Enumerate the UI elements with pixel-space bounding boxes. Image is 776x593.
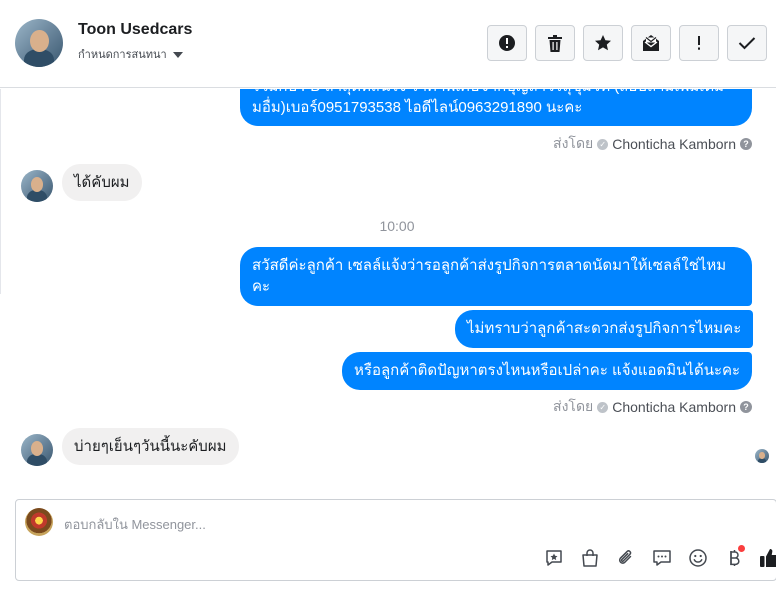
sent-by-label: ส่งโดย	[553, 398, 594, 414]
reply-input[interactable]: ตอบกลับใน Messenger...	[64, 514, 206, 535]
thumbs-up-icon	[760, 549, 776, 567]
saved-reply-button[interactable]	[536, 545, 572, 571]
contact-avatar[interactable]	[21, 170, 53, 202]
inbox-conversation: Toon Usedcars กำหนดการสนทนา ร่วมกับ FB ล…	[0, 0, 776, 593]
agent-name[interactable]: Chonticha Kamborn	[612, 399, 736, 415]
emoji-icon	[689, 549, 707, 567]
chat-bubbles-icon	[653, 550, 671, 566]
contact-avatar[interactable]	[21, 434, 53, 466]
agent-name[interactable]: Chonticha Kamborn	[612, 136, 736, 152]
star-icon	[595, 35, 611, 51]
envelope-icon	[643, 35, 659, 51]
shop-bag-icon	[582, 549, 598, 567]
outgoing-message-line: มอื่ม)เบอร์0951793538 ไอดีไลน์0963291890…	[252, 99, 583, 116]
contact-name[interactable]: Toon Usedcars	[78, 21, 192, 39]
follow-up-button[interactable]	[679, 25, 719, 61]
payment-button[interactable]	[716, 545, 752, 571]
verified-icon: ✓	[597, 401, 609, 413]
seen-receipt-avatar	[755, 449, 769, 463]
attach-file-button[interactable]	[608, 545, 644, 571]
composer-toolbar	[536, 545, 776, 571]
exclamation-icon	[698, 36, 700, 50]
outgoing-message[interactable]: สวัสดีค่ะลูกค้า เซลล์แจ้งว่ารอลูกค้าส่งร…	[240, 247, 752, 306]
incoming-message[interactable]: บ่ายๆเย็นๆวันนี้นะคับผม	[62, 428, 239, 465]
notification-dot	[738, 545, 745, 552]
saved-reply-icon	[546, 550, 562, 566]
outgoing-message[interactable]: ร่วมกับ FB ล่าสุดที่สนใจ ราคาพิเศษจากบุญ…	[240, 89, 752, 126]
mark-unread-button[interactable]	[631, 25, 671, 61]
contact-avatar[interactable]	[15, 19, 63, 67]
help-icon[interactable]: ?	[740, 138, 752, 150]
mark-done-button[interactable]	[727, 25, 767, 61]
sent-by-info: ส่งโดย ✓ Chonticha Kamborn ?	[553, 396, 752, 418]
outgoing-message-line: ร่วมกับ FB ล่าสุดที่สนใจ ราคาพิเศษจากบุญ…	[252, 89, 740, 97]
check-icon	[738, 37, 756, 50]
sent-by-info: ส่งโดย ✓ Chonticha Kamborn ?	[553, 133, 752, 155]
sent-by-label: ส่งโดย	[553, 135, 594, 151]
assign-conversation-dropdown[interactable]: กำหนดการสนทนา	[78, 45, 183, 63]
outgoing-message[interactable]: หรือลูกค้าติดปัญหาตรงไหนหรือเปล่าคะ แจ้ง…	[342, 352, 753, 390]
send-like-button[interactable]	[752, 545, 776, 571]
shop-button[interactable]	[572, 545, 608, 571]
emoji-button[interactable]	[680, 545, 716, 571]
verified-icon: ✓	[597, 138, 609, 150]
conversation-header: Toon Usedcars กำหนดการสนทนา	[0, 0, 776, 88]
alert-circle-icon	[499, 35, 515, 51]
incoming-message[interactable]: ได้คับผม	[62, 164, 142, 201]
reply-composer: ตอบกลับใน Messenger...	[15, 499, 776, 581]
mark-spam-button[interactable]	[487, 25, 527, 61]
message-timestamp: 10:00	[379, 218, 415, 234]
attachment-icon	[618, 550, 632, 564]
delete-button[interactable]	[535, 25, 575, 61]
outgoing-message[interactable]: ไม่ทราบว่าลูกค้าสะดวกส่งรูปกิจการไหมคะ	[455, 310, 754, 348]
messenger-features-button[interactable]	[644, 545, 680, 571]
assign-label: กำหนดการสนทนา	[78, 49, 167, 61]
message-thread[interactable]: ร่วมกับ FB ล่าสุดที่สนใจ ราคาพิเศษจากบุญ…	[0, 89, 776, 496]
trash-icon	[548, 34, 562, 52]
page-avatar	[25, 508, 53, 536]
star-button[interactable]	[583, 25, 623, 61]
divider	[0, 89, 1, 294]
caret-down-icon	[172, 51, 183, 58]
help-icon[interactable]: ?	[740, 401, 752, 413]
